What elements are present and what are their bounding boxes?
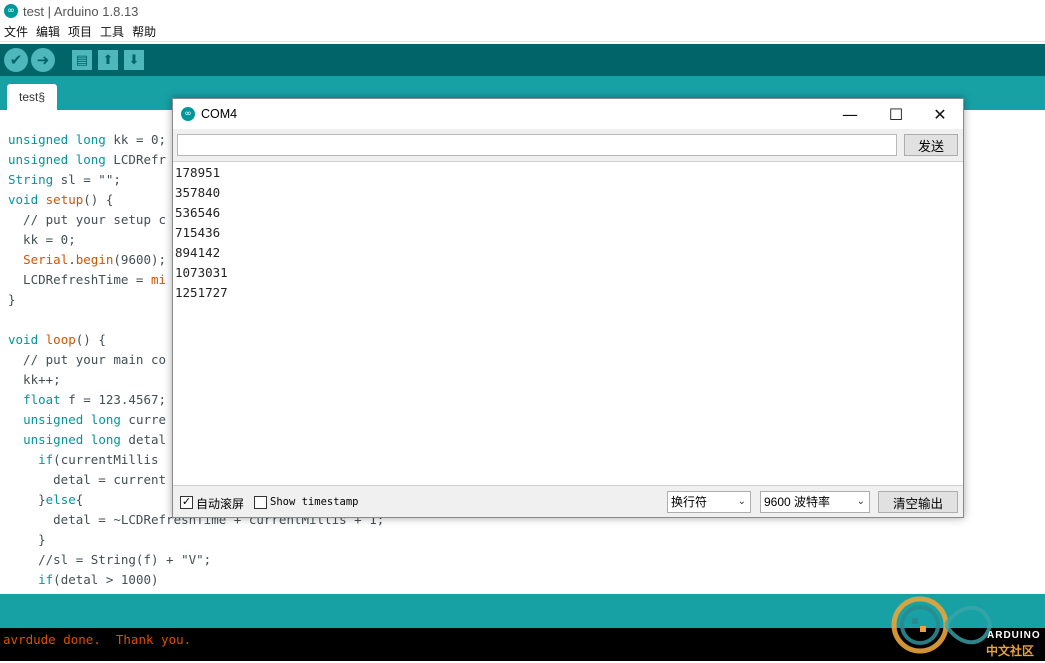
- serial-options-row: ✓ 自动滚屏 Show timestamp 换行符 ⌄ 9600 波特率 ⌄ 清…: [173, 486, 963, 517]
- tab-test[interactable]: test§: [7, 84, 57, 110]
- close-button[interactable]: ✕: [917, 99, 963, 129]
- toolbar: ✔ ➜ ▤ ⬆ ⬇: [0, 44, 1045, 76]
- serial-monitor-window: ∞ COM4 — ☐ ✕ 发送 178951 357840 536546 715…: [172, 98, 964, 518]
- window-title: test | Arduino 1.8.13: [23, 3, 139, 19]
- minimize-icon: —: [842, 104, 858, 124]
- arduino-logo-icon: ∞: [181, 107, 195, 121]
- checkmark-icon: ✔: [9, 52, 23, 69]
- minimize-button[interactable]: —: [827, 99, 873, 129]
- output-line: 178951: [175, 165, 221, 180]
- close-icon: ✕: [933, 104, 947, 124]
- timestamp-label: Show timestamp: [270, 496, 359, 508]
- arduino-cn-watermark: ARDUINO 中文社区: [890, 592, 1040, 658]
- console: avrdude done. Thank you.: [0, 628, 1045, 661]
- send-button[interactable]: 发送: [904, 134, 958, 156]
- output-line: 894142: [175, 245, 221, 260]
- code-line: detal = current: [8, 472, 167, 487]
- open-up-arrow-icon: ⬆: [102, 52, 114, 67]
- maximize-icon: ☐: [888, 104, 904, 124]
- watermark-sub: 中文社区: [986, 644, 1035, 658]
- code-line: unsigned long curre: [23, 412, 167, 427]
- menu-help[interactable]: 帮助: [132, 23, 156, 40]
- code-line: // put your main co: [8, 352, 167, 367]
- title-bar: ∞ test | Arduino 1.8.13: [0, 0, 1045, 22]
- output-line: 1251727: [175, 285, 228, 300]
- console-message: avrdude done. Thank you.: [3, 632, 192, 647]
- menu-sketch[interactable]: 项目: [68, 23, 92, 40]
- send-row: 发送: [173, 129, 963, 161]
- maximize-button[interactable]: ☐: [873, 99, 919, 129]
- menu-file[interactable]: 文件: [4, 23, 28, 40]
- chevron-down-icon: ⌄: [856, 496, 865, 507]
- output-line: 1073031: [175, 265, 228, 280]
- code-line: }else{: [8, 492, 84, 507]
- status-bar: [0, 594, 1045, 628]
- arduino-logo-icon: ∞: [4, 4, 18, 18]
- clear-output-button[interactable]: 清空输出: [878, 491, 958, 513]
- watermark-brand: ARDUINO: [987, 630, 1041, 641]
- code-line: kk = 0;: [8, 232, 76, 247]
- serial-monitor-title: COM4: [201, 107, 238, 121]
- code-line: if(detal > 1000): [38, 572, 159, 587]
- code-line: }: [8, 532, 46, 547]
- line-ending-value: 换行符: [671, 495, 708, 509]
- line-ending-select[interactable]: 换行符 ⌄: [667, 491, 751, 513]
- code-line: //sl = String(f) + "V";: [8, 552, 212, 567]
- menu-tools[interactable]: 工具: [100, 23, 124, 40]
- arrow-right-icon: ➜: [36, 52, 50, 69]
- verify-button[interactable]: ✔: [4, 48, 28, 72]
- code-line: unsigned long kk = 0;: [8, 132, 167, 147]
- output-line: 715436: [175, 225, 221, 240]
- autoscroll-label: 自动滚屏: [196, 497, 245, 511]
- code-line: LCDRefreshTime = mi: [8, 272, 167, 287]
- output-line: 536546: [175, 205, 221, 220]
- code-line: unsigned long detal: [23, 432, 167, 447]
- serial-monitor-title-bar: ∞ COM4 — ☐ ✕: [173, 99, 963, 129]
- output-line: 357840: [175, 185, 221, 200]
- save-button[interactable]: ⬇: [124, 50, 144, 70]
- new-file-icon: ▤: [75, 52, 89, 67]
- upload-button[interactable]: ➜: [31, 48, 55, 72]
- baud-rate-value: 9600 波特率: [764, 495, 831, 509]
- code-line: Serial.begin(9600);: [23, 252, 167, 267]
- code-line: if(currentMillis: [38, 452, 159, 467]
- save-down-arrow-icon: ⬇: [128, 52, 140, 67]
- timestamp-checkbox[interactable]: [254, 496, 267, 509]
- code-line: kk++;: [8, 372, 61, 387]
- menu-bar: 文件 编辑 项目 工具 帮助: [0, 22, 1045, 42]
- serial-input-field[interactable]: [177, 134, 897, 156]
- chevron-down-icon: ⌄: [737, 496, 746, 507]
- code-line: }: [8, 292, 16, 307]
- serial-output-area[interactable]: 178951 357840 536546 715436 894142 10730…: [173, 161, 963, 486]
- code-line: String sl = "";: [8, 172, 121, 187]
- code-line: // put your setup c: [8, 212, 167, 227]
- menu-edit[interactable]: 编辑: [36, 23, 60, 40]
- code-line: float f = 123.4567;: [23, 392, 167, 407]
- new-button[interactable]: ▤: [72, 50, 92, 70]
- code-line: unsigned long LCDRefr: [8, 152, 167, 167]
- code-line: void setup() {: [8, 192, 114, 207]
- open-button[interactable]: ⬆: [98, 50, 118, 70]
- baud-rate-select[interactable]: 9600 波特率 ⌄: [760, 491, 870, 513]
- code-line: void loop() {: [8, 332, 106, 347]
- autoscroll-checkbox[interactable]: ✓: [180, 496, 193, 509]
